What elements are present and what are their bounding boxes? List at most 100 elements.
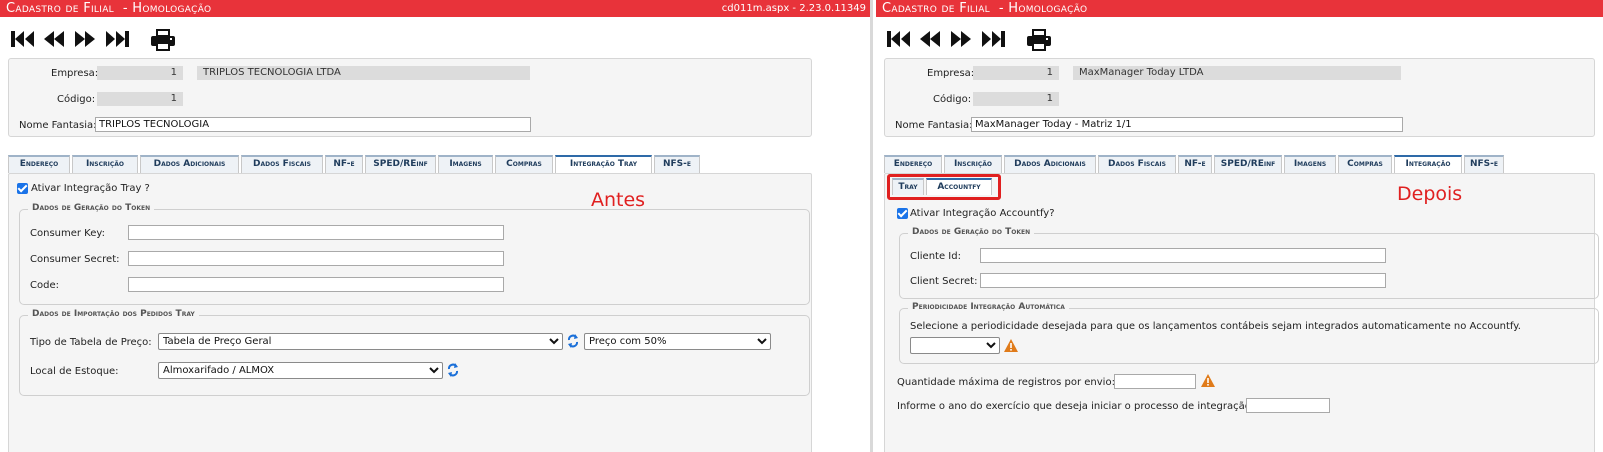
- print-button[interactable]: [150, 28, 176, 52]
- next-record-icon: [75, 31, 95, 47]
- empresa-name: TRIPLOS TECNOLOGIA LTDA: [197, 66, 530, 80]
- refresh-icon[interactable]: [447, 363, 459, 377]
- local-estoque-label: Local de Estoque:: [30, 366, 119, 377]
- last-record-button[interactable]: [980, 28, 1006, 52]
- annotation-antes: Antes: [591, 189, 646, 211]
- right-panel-after: Cadastro de Filial - Homologação Empresa…: [876, 0, 1603, 452]
- token-fieldset: Dados de Geração do Token Consumer Key: …: [19, 203, 810, 305]
- tab-inscricao[interactable]: Inscrição: [944, 155, 1002, 173]
- tab-inscricao[interactable]: Inscrição: [72, 155, 138, 173]
- tab-integracao-tray[interactable]: Integração Tray: [555, 155, 652, 173]
- cliente-id-input[interactable]: [980, 248, 1386, 263]
- last-record-icon: [106, 31, 129, 47]
- company-header-box: Empresa: 1 MaxManager Today LTDA Código:…: [884, 58, 1595, 137]
- tab-nfse[interactable]: NFS-e: [1464, 155, 1504, 173]
- tab-endereco[interactable]: Endereço: [884, 155, 942, 173]
- subtab-accountfy[interactable]: Accountfy: [926, 178, 992, 195]
- nome-fantasia-input[interactable]: [971, 117, 1403, 132]
- ativar-tray-label: Ativar Integração Tray ?: [31, 183, 150, 194]
- ano-exercicio-label: Informe o ano do exercício que deseja in…: [897, 401, 1255, 412]
- last-record-button[interactable]: [104, 28, 130, 52]
- previous-record-icon: [44, 31, 64, 47]
- client-secret-label: Client Secret:: [910, 276, 978, 287]
- empresa-code: 1: [973, 66, 1059, 80]
- tab-sped-reinf[interactable]: SPED/REinf: [365, 155, 436, 173]
- tab-content-tray: Ativar Integração Tray ? Antes Dados de …: [8, 173, 812, 452]
- local-estoque-select[interactable]: Almoxarifado / ALMOX: [158, 362, 443, 379]
- consumer-secret-input[interactable]: [128, 251, 504, 266]
- annotation-depois: Depois: [1397, 183, 1463, 205]
- period-legend: Periodicidade Integração Automática: [908, 302, 1069, 312]
- consumer-key-label: Consumer Key:: [30, 228, 105, 239]
- import-legend: Dados de Importação dos Pedidos Tray: [28, 309, 199, 319]
- tab-endereco[interactable]: Endereço: [8, 155, 70, 173]
- preco-select[interactable]: Preço com 50%: [584, 333, 771, 350]
- cliente-id-label: Cliente Id:: [910, 251, 961, 262]
- tab-imagens[interactable]: Imagens: [438, 155, 493, 173]
- left-panel-before: Cadastro de Filial - Homologação cd011m.…: [0, 0, 873, 452]
- window-title: Cadastro de Filial - Homologação: [6, 1, 212, 16]
- ano-exercicio-input[interactable]: [1246, 398, 1330, 413]
- previous-record-button[interactable]: [918, 28, 942, 52]
- window-title: Cadastro de Filial - Homologação: [882, 1, 1088, 16]
- tab-sped-reinf[interactable]: SPED/REinf: [1214, 155, 1282, 173]
- empresa-label: Empresa:: [51, 68, 99, 79]
- tab-content-accountfy: Tray Accountfy Depois Ativar Integração …: [884, 173, 1599, 452]
- client-secret-input[interactable]: [980, 273, 1386, 288]
- print-icon: [151, 29, 175, 51]
- first-record-button[interactable]: [10, 28, 36, 52]
- next-record-icon: [951, 31, 971, 47]
- codigo-value: 1: [973, 92, 1059, 106]
- tipo-tabela-select[interactable]: Tabela de Preço Geral: [158, 333, 563, 350]
- token-legend: Dados de Geração do Token: [28, 203, 155, 213]
- period-fieldset: Periodicidade Integração Automática Sele…: [899, 302, 1599, 364]
- print-icon: [1027, 29, 1051, 51]
- token-legend: Dados de Geração do Token: [908, 227, 1035, 237]
- ativar-tray-checkbox[interactable]: [17, 183, 28, 194]
- next-record-button[interactable]: [73, 28, 97, 52]
- tipo-tabela-label: Tipo de Tabela de Preço:: [30, 337, 152, 348]
- empresa-label: Empresa:: [927, 68, 975, 79]
- ativar-accountfy-label: Ativar Integração Accountfy?: [910, 208, 1055, 219]
- title-bar: Cadastro de Filial - Homologação: [876, 0, 1603, 17]
- tab-imagens[interactable]: Imagens: [1284, 155, 1336, 173]
- tab-dados-adicionais[interactable]: Dados Adicionais: [140, 155, 239, 173]
- subtab-tray[interactable]: Tray: [892, 178, 924, 195]
- tab-nfe[interactable]: NF-e: [1178, 155, 1212, 173]
- refresh-icon[interactable]: [567, 334, 579, 348]
- consumer-key-input[interactable]: [128, 225, 504, 240]
- tab-dados-adicionais[interactable]: Dados Adicionais: [1004, 155, 1096, 173]
- consumer-secret-label: Consumer Secret:: [30, 254, 120, 265]
- company-header-box: Empresa: 1 TRIPLOS TECNOLOGIA LTDA Códig…: [8, 58, 812, 137]
- qtd-maxima-input[interactable]: [1114, 374, 1196, 389]
- first-record-icon: [887, 31, 910, 47]
- tab-nfse[interactable]: NFS-e: [654, 155, 700, 173]
- next-record-button[interactable]: [949, 28, 973, 52]
- tab-dados-fiscais[interactable]: Dados Fiscais: [1098, 155, 1176, 173]
- first-record-button[interactable]: [886, 28, 912, 52]
- import-fieldset: Dados de Importação dos Pedidos Tray Tip…: [19, 309, 810, 396]
- title-bar: Cadastro de Filial - Homologação cd011m.…: [0, 0, 870, 17]
- codigo-label: Código:: [57, 94, 96, 105]
- nome-fantasia-input[interactable]: [95, 117, 531, 132]
- tab-compras[interactable]: Compras: [1338, 155, 1392, 173]
- token-fieldset: Dados de Geração do Token Cliente Id: Cl…: [899, 227, 1599, 299]
- empresa-name: MaxManager Today LTDA: [1073, 66, 1401, 80]
- print-button[interactable]: [1026, 28, 1052, 52]
- period-select[interactable]: [910, 337, 1000, 354]
- tab-dados-fiscais[interactable]: Dados Fiscais: [241, 155, 323, 173]
- tab-nfe[interactable]: NF-e: [325, 155, 363, 173]
- tab-compras[interactable]: Compras: [495, 155, 553, 173]
- tab-integracao[interactable]: Integração: [1394, 155, 1462, 173]
- previous-record-icon: [920, 31, 940, 47]
- ativar-accountfy-checkbox[interactable]: [897, 208, 908, 219]
- previous-record-button[interactable]: [42, 28, 66, 52]
- code-input[interactable]: [128, 277, 504, 292]
- empresa-code: 1: [97, 66, 183, 80]
- period-description: Selecione a periodicidade desejada para …: [910, 321, 1521, 332]
- codigo-value: 1: [97, 92, 183, 106]
- nome-fantasia-label: Nome Fantasia:: [895, 120, 973, 131]
- warning-icon: [1004, 339, 1018, 352]
- nome-fantasia-label: Nome Fantasia:: [19, 120, 97, 131]
- warning-icon: [1201, 374, 1215, 387]
